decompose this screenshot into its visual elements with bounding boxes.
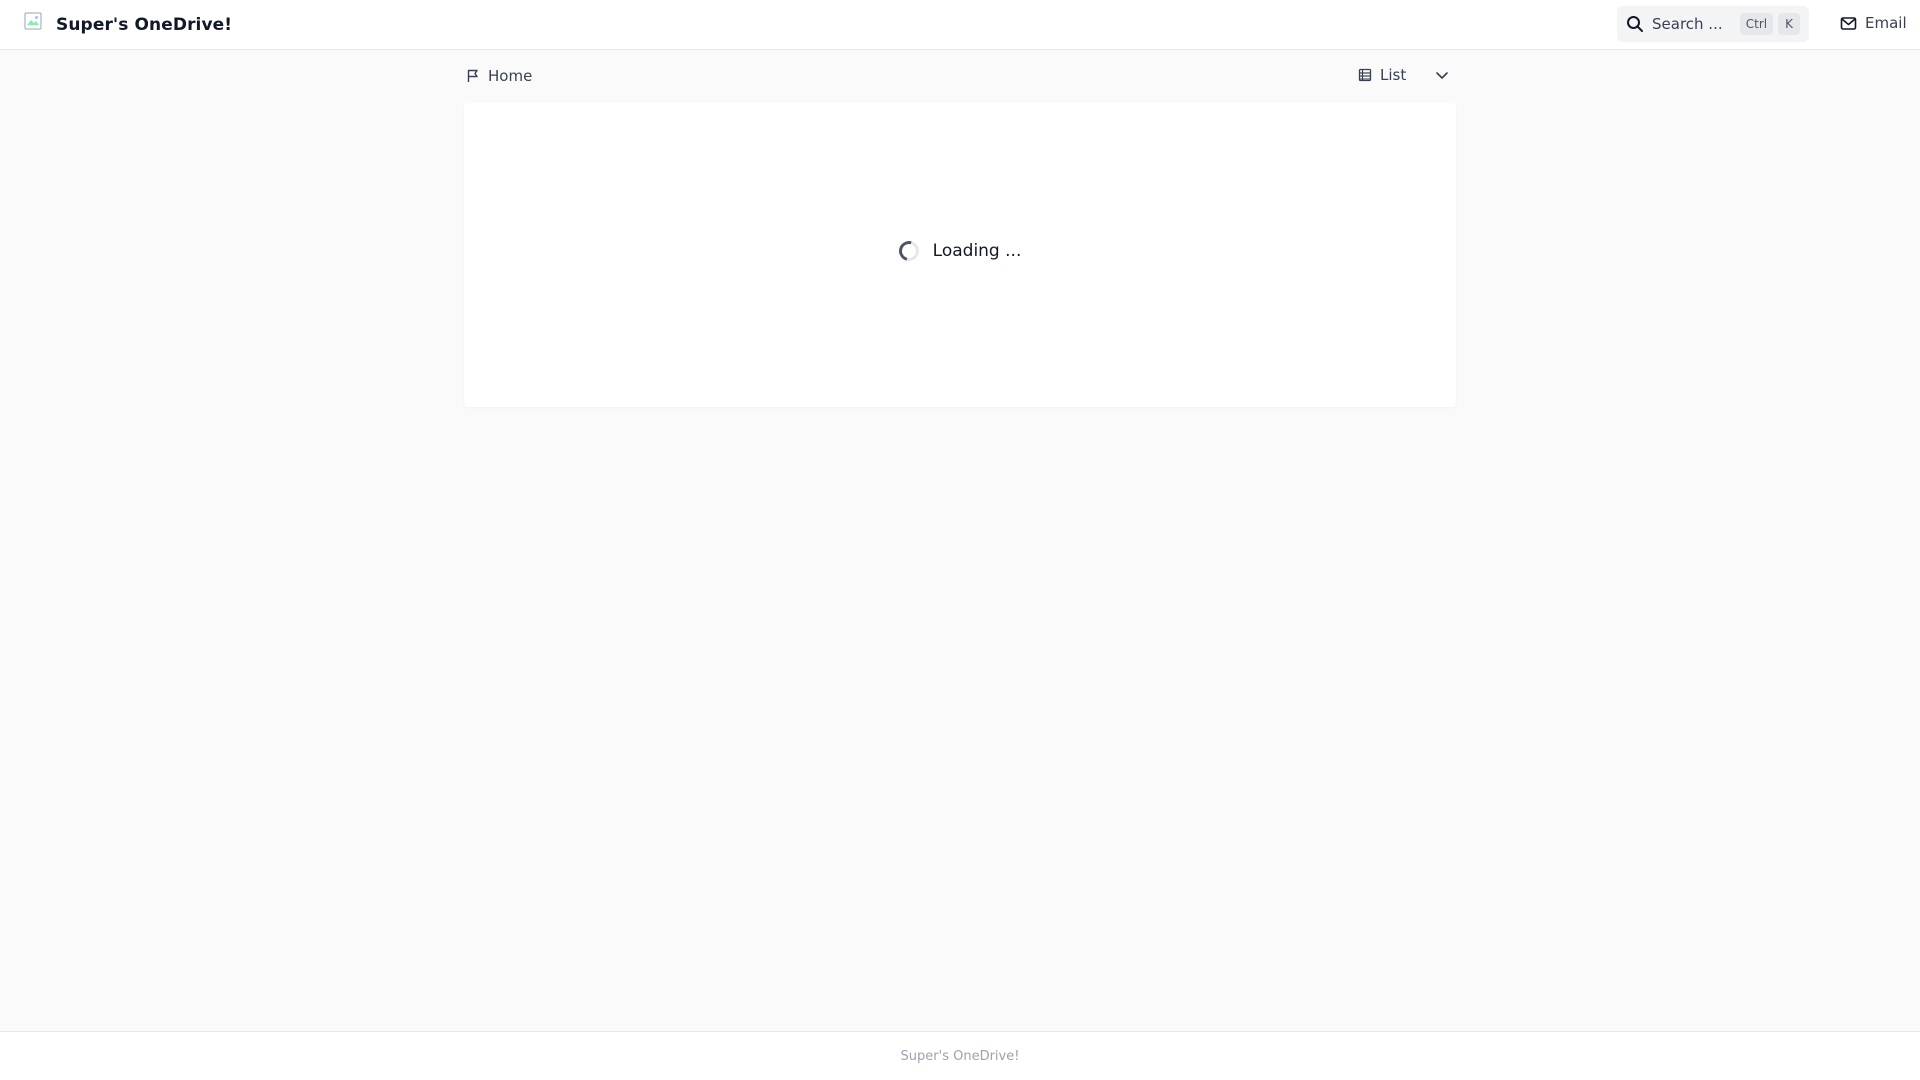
email-label: Email [1865, 14, 1907, 32]
footer-text: Super's OneDrive! [900, 1048, 1020, 1064]
app-root: Super's OneDrive! Search ... Ctrl K Emai… [0, 0, 1920, 1080]
site-title: Super's OneDrive! [56, 15, 233, 35]
shortcut-ctrl-key: Ctrl [1739, 13, 1774, 35]
shortcut-k-key: K [1778, 13, 1800, 35]
chevron-down-icon[interactable] [1434, 67, 1450, 83]
list-icon [1358, 68, 1372, 82]
loading-text: Loading ... [932, 241, 1022, 261]
search-label: Search ... [1652, 15, 1723, 33]
loading-indicator: Loading ... [464, 237, 1456, 265]
email-link[interactable]: Email [1840, 14, 1907, 32]
spinner-icon [894, 237, 923, 265]
footer: Super's OneDrive! [0, 1031, 1920, 1080]
flag-icon [467, 69, 478, 82]
top-navigation-bar: Super's OneDrive! Search ... Ctrl K Emai… [0, 0, 1920, 50]
file-list-panel: Loading ... [464, 103, 1456, 407]
broken-image-icon [24, 12, 42, 30]
mail-icon [1840, 16, 1857, 30]
breadcrumb-home-label: Home [488, 67, 533, 85]
search-icon [1627, 16, 1643, 32]
layout-label: List [1380, 66, 1407, 84]
breadcrumb-home[interactable]: Home [466, 67, 532, 85]
layout-switch-button[interactable]: List [1358, 66, 1406, 84]
brand[interactable]: Super's OneDrive! [24, 12, 232, 38]
search-button[interactable]: Search ... Ctrl K [1617, 6, 1809, 42]
